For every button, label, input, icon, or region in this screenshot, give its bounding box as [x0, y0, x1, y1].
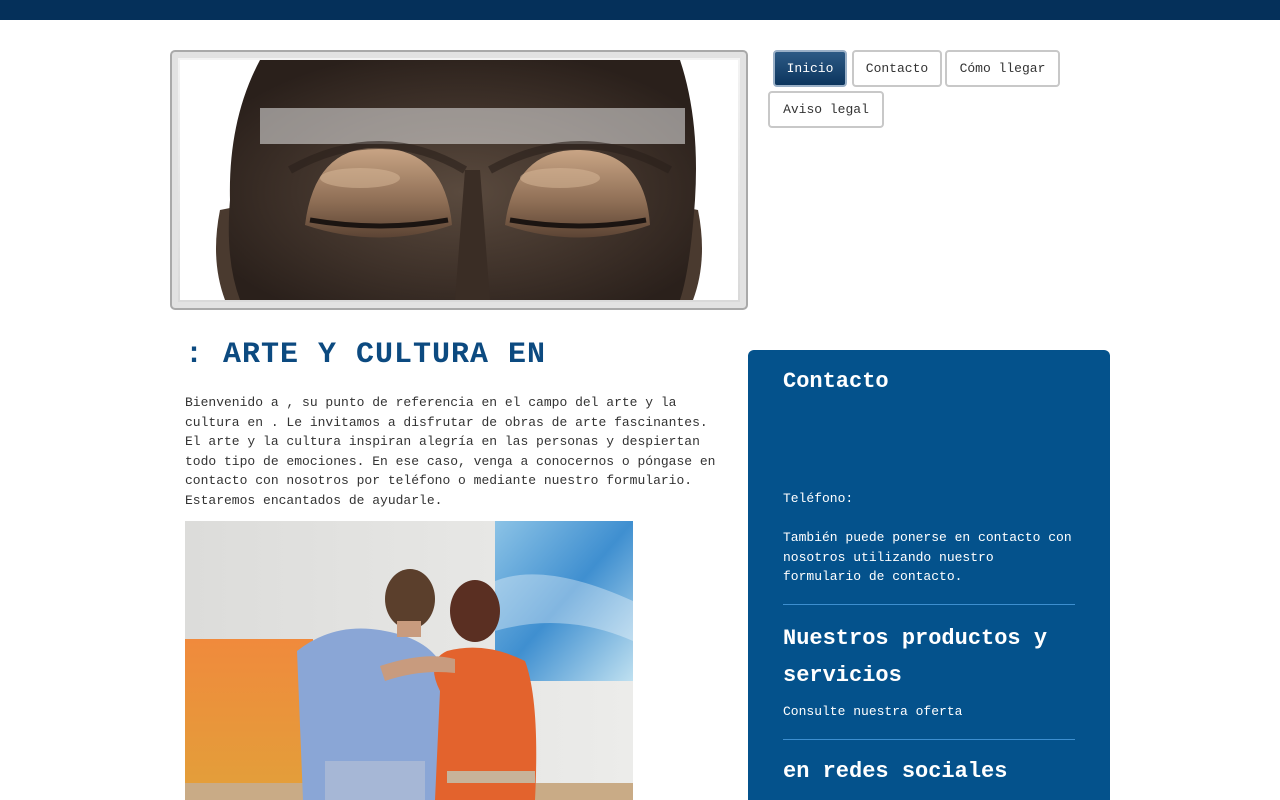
divider [783, 739, 1075, 740]
contact-heading: Contacto [783, 369, 889, 394]
contact-sidebar: Contacto Teléfono: También puede ponerse… [748, 350, 1110, 800]
nav-item-como-llegar[interactable]: Cómo llegar [945, 50, 1060, 87]
top-bar [0, 0, 1280, 20]
gallery-photo [185, 521, 633, 800]
nav-item-inicio[interactable]: Inicio [773, 50, 847, 87]
nav-item-aviso-legal[interactable]: Aviso legal [768, 91, 884, 128]
phone-label: Teléfono: [783, 491, 854, 506]
social-heading: en redes sociales [783, 759, 1008, 784]
nav-item-contacto[interactable]: Contacto [852, 50, 942, 87]
divider [783, 604, 1075, 605]
products-link[interactable]: Consulte nuestra oferta [783, 702, 1075, 722]
header-mask-image [180, 60, 738, 300]
page-title: : ARTE Y CULTURA EN [185, 338, 547, 372]
header-image-frame [170, 50, 748, 310]
products-heading: Nuestros productos y servicios [783, 626, 1048, 688]
contact-form-text: También puede ponerse en contacto con no… [783, 530, 1072, 584]
intro-text: Bienvenido a , su punto de referencia en… [185, 395, 716, 508]
